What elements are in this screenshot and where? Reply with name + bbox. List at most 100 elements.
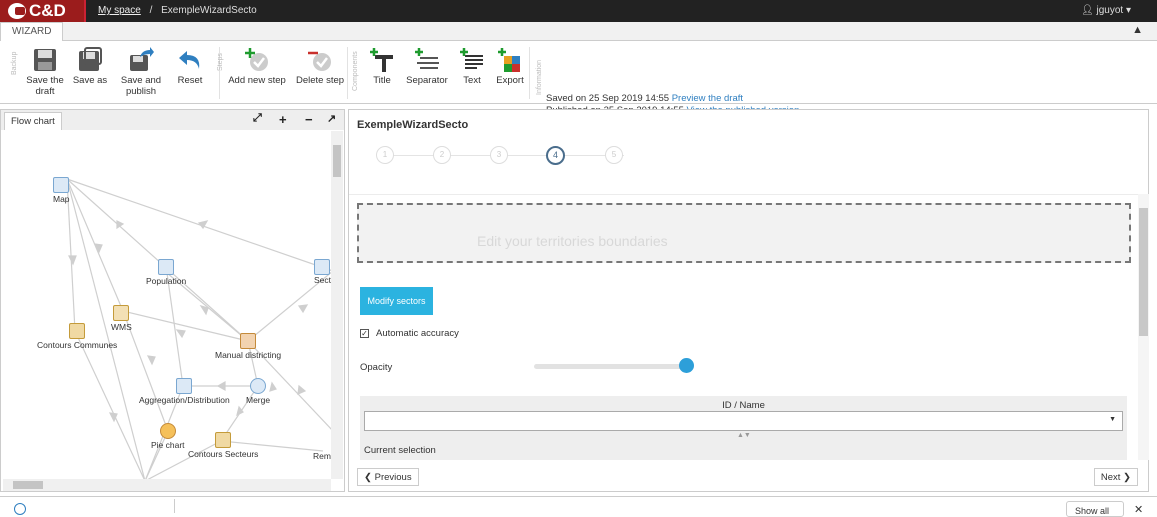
close-icon[interactable]: ✕ (1134, 503, 1143, 516)
divider (174, 499, 175, 513)
previous-button[interactable]: ❮ Previous (357, 468, 419, 486)
opacity-label: Opacity (360, 362, 393, 373)
chevron-left-icon: ❮ (364, 472, 375, 483)
save-as-label: Save as (72, 75, 108, 86)
download-file-icon[interactable] (14, 503, 26, 515)
checkbox-checked-icon[interactable]: ✓ (360, 329, 369, 338)
save-draft-button[interactable]: Save the draft (22, 47, 68, 97)
step-1[interactable]: 1 (376, 146, 394, 164)
top-bar: C&D My space / ExempleWizardSecto 👤︎ jgu… (0, 0, 1157, 22)
flowchart-canvas[interactable]: Map Population Secto WMS Contours Commun… (3, 131, 331, 479)
flowchart-panel: Flow chart ⤢ + − ↗ Map Population Sect W… (0, 109, 345, 492)
step-2[interactable]: 2 (433, 146, 451, 164)
save-publish-label: Save and publish (120, 75, 162, 97)
toolbar: Backup Save the draft Save as Save and p… (0, 41, 1157, 116)
saved-text: Saved on 25 Sep 2019 14:55 (546, 93, 670, 104)
user-menu[interactable]: 👤︎ jguyot ▾ (1081, 5, 1131, 16)
logo-text: C&D (29, 1, 66, 20)
node-contours-communes[interactable]: Contours Communes (37, 323, 117, 350)
contours-node-icon (69, 323, 86, 339)
modify-sectors-button[interactable]: Modify sectors (360, 287, 433, 315)
flowchart-header: Flow chart ⤢ + − ↗ (1, 110, 344, 130)
merge-node-icon (250, 378, 267, 394)
banner-text: Edit your territories boundaries (477, 233, 668, 249)
pie-node-icon (159, 423, 176, 439)
tab-flow-chart[interactable]: Flow chart (4, 112, 62, 130)
opacity-slider[interactable] (534, 364, 694, 369)
next-button[interactable]: Next ❯ (1093, 468, 1138, 486)
export-label: Export (496, 75, 524, 86)
step-5[interactable]: 5 (605, 146, 623, 164)
chevron-right-icon: ❯ (1120, 472, 1131, 483)
show-all-button[interactable]: Show all (1066, 501, 1124, 517)
user-icon: 👤︎ (1081, 5, 1094, 16)
contours-secteurs-node-icon (215, 432, 232, 448)
fit-view-icon[interactable]: ⤢ (253, 112, 262, 125)
automatic-accuracy-checkbox[interactable]: ✓ Automatic accuracy (360, 328, 459, 339)
breadcrumb-home-link[interactable]: My space (98, 5, 141, 16)
node-population[interactable]: Population (146, 259, 186, 286)
scroll-thumb[interactable] (1139, 208, 1148, 336)
caret-down-icon: ▼ (1109, 416, 1116, 423)
node-manual-districting[interactable]: Manual districting (215, 333, 281, 360)
node-map[interactable]: Map (53, 177, 70, 204)
download-bar: Show all ✕ (0, 496, 1157, 517)
id-name-label: ID / Name (722, 400, 765, 411)
separator-button[interactable]: Separator (404, 47, 450, 86)
save-as-button[interactable]: Save as (72, 47, 108, 86)
resize-grip-icon[interactable]: ▲▼ (737, 432, 751, 439)
opacity-slider-handle[interactable] (678, 358, 694, 373)
preview-draft-link[interactable]: Preview the draft (672, 93, 743, 104)
undo-arrow-icon (179, 51, 200, 69)
export-icon (498, 48, 520, 72)
chevron-up-icon[interactable]: ▲ (1132, 24, 1143, 36)
zoom-out-icon[interactable]: − (305, 112, 313, 127)
caret-down-icon: ▾ (1125, 5, 1131, 16)
wizard-scrollbar[interactable] (1138, 194, 1149, 460)
step-4[interactable]: 4 (546, 146, 565, 165)
group-label-information: Information (536, 59, 543, 95)
expand-icon[interactable]: ↗ (327, 112, 336, 125)
save-draft-label: Save the draft (26, 75, 64, 97)
node-merge[interactable]: Merge (246, 378, 270, 405)
reset-button[interactable]: Reset (172, 47, 208, 86)
tab-wizard[interactable]: WIZARD (0, 22, 64, 41)
node-secto[interactable]: Secto (314, 259, 331, 285)
node-contours-secteurs[interactable]: Contours Secteurs (188, 432, 258, 459)
step-indicator: 1 2 3 4 5 (367, 146, 627, 166)
tab-bar: WIZARD ▲ (0, 22, 1157, 41)
zoom-in-icon[interactable]: + (279, 112, 287, 127)
id-name-select[interactable]: ▼ (364, 411, 1123, 431)
layers-node-icon (113, 305, 130, 321)
app-logo[interactable]: C&D (0, 0, 86, 22)
flowchart-horizontal-scrollbar[interactable] (3, 479, 331, 491)
node-pie-chart[interactable]: Pie chart (151, 423, 185, 450)
scroll-thumb[interactable] (13, 481, 43, 489)
user-name: jguyot (1096, 5, 1124, 16)
wizard-panel: ExempleWizardSecto 1 2 3 4 5 Edit your t… (348, 109, 1149, 492)
table-node-icon (158, 259, 175, 275)
floppy-icon (34, 49, 56, 71)
title-icon (370, 48, 393, 72)
text-button[interactable]: Text (458, 47, 486, 86)
save-publish-button[interactable]: Save and publish (114, 47, 168, 97)
save-as-icon (79, 47, 102, 71)
breadcrumb-current: ExempleWizardSecto (161, 5, 257, 16)
add-step-button[interactable]: Add new step (228, 47, 286, 86)
districting-node-icon (240, 333, 257, 349)
save-publish-icon (130, 47, 154, 71)
current-selection-label: Current selection (364, 445, 436, 456)
add-check-icon (245, 48, 268, 71)
node-rempl[interactable]: Rempl (313, 451, 331, 461)
step-3[interactable]: 3 (490, 146, 508, 164)
breadcrumb: My space / ExempleWizardSecto (98, 5, 257, 16)
flowchart-vertical-scrollbar[interactable] (331, 131, 343, 479)
delete-step-button[interactable]: Delete step (294, 47, 346, 86)
separator-label: Separator (406, 75, 448, 86)
node-aggregation[interactable]: Aggregation/Distribution (139, 378, 230, 405)
scroll-thumb[interactable] (333, 145, 341, 177)
export-button[interactable]: Export (494, 47, 526, 86)
title-button[interactable]: Title (368, 47, 396, 86)
text-label: Text (463, 75, 481, 86)
add-step-label: Add new step (228, 75, 286, 86)
